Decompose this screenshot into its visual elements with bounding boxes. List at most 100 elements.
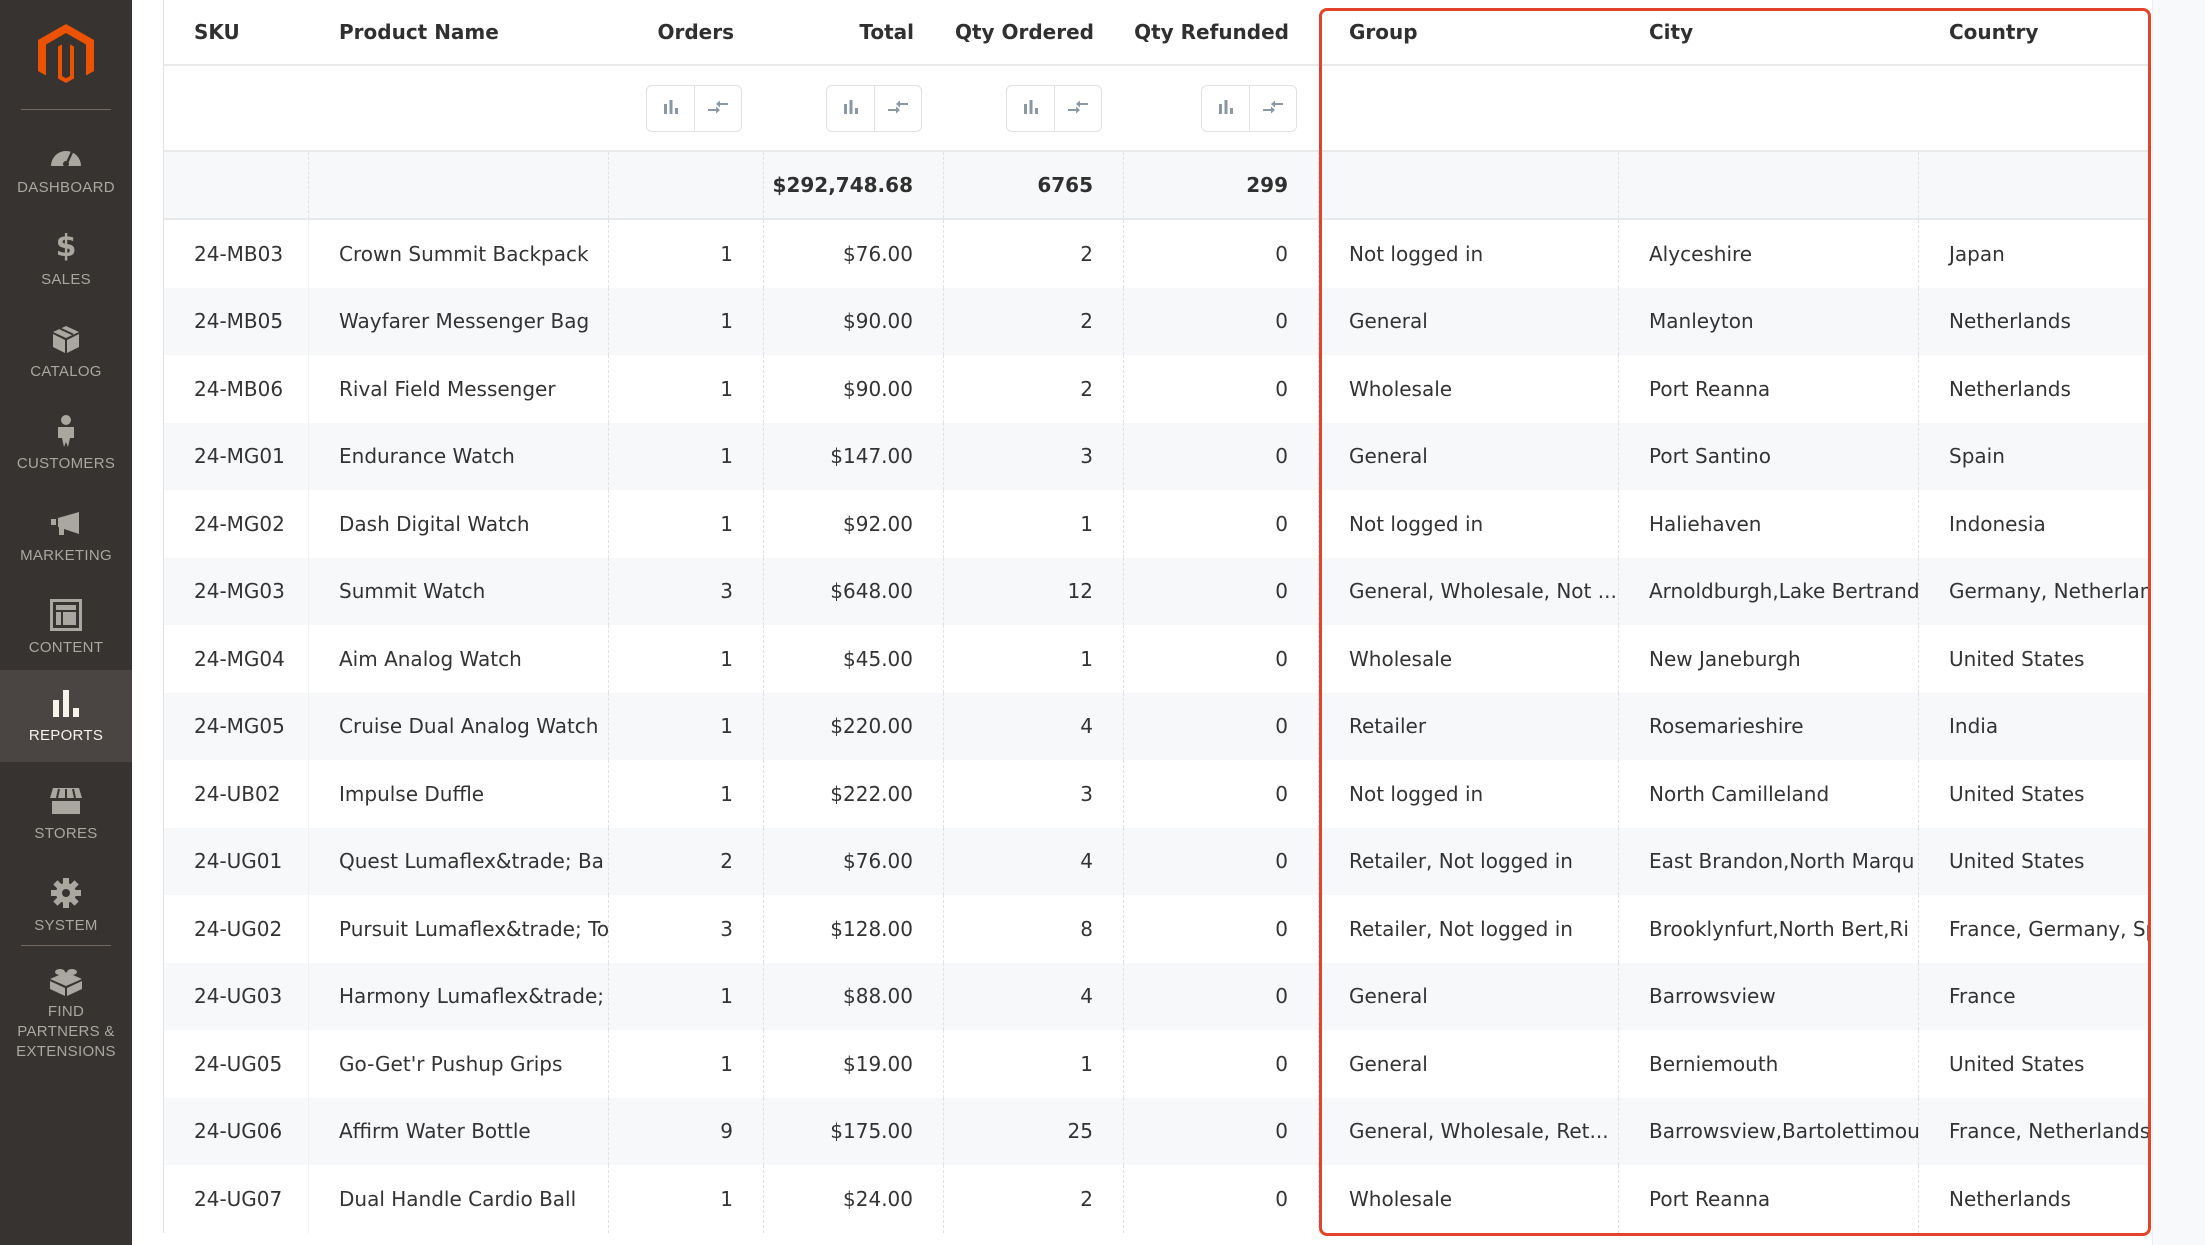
table-row[interactable]: 24-MG05 Cruise Dual Analog Watch 1 $220.00 4…	[164, 692, 2151, 760]
cell-total: $90.00	[764, 355, 944, 423]
cell-qty-ordered: 1	[944, 625, 1124, 693]
sidebar-item-content[interactable]: CONTENT	[0, 584, 132, 676]
qty-refunded-tool-group	[1201, 84, 1297, 132]
cell-qty-ordered: 1	[944, 1030, 1124, 1098]
cell-city: Manleyton	[1619, 287, 1919, 355]
orders-chart-button[interactable]	[647, 86, 694, 131]
table-row[interactable]: 24-UG03 Harmony Lumaflex&trade; 1 $88.00 4 0 G…	[164, 962, 2151, 1030]
cell-product-name: Wayfarer Messenger Bag	[309, 287, 609, 355]
cell-sku: 24-MG03	[164, 557, 309, 625]
sidebar-item-customers[interactable]: CUSTOMERS	[0, 400, 132, 492]
cell-sku: 24-UG02	[164, 895, 309, 963]
cell-city: Alyceshire	[1619, 220, 1919, 288]
column-header-total[interactable]: Total	[764, 0, 944, 64]
sidebar-divider	[21, 109, 111, 110]
table-row[interactable]: 24-MG03 Summit Watch 3 $648.00 12 0 General, W…	[164, 557, 2151, 625]
column-header-sku[interactable]: SKU	[164, 0, 309, 64]
total-compare-button[interactable]	[874, 85, 921, 131]
cell-sku: 24-MB05	[164, 287, 309, 355]
bar-chart-icon	[842, 96, 860, 120]
sidebar-item-system[interactable]: SYSTEM	[0, 862, 132, 954]
qty-refunded-chart-button[interactable]	[1202, 86, 1249, 131]
cell-orders: 9	[609, 1097, 764, 1165]
cell-city: Rosemarieshire	[1619, 692, 1919, 760]
total-chart-button[interactable]	[827, 86, 874, 131]
table-row[interactable]: 24-MB03 Crown Summit Backpack 1 $76.00 2 0 Not…	[164, 220, 2151, 288]
bar-chart-icon	[662, 96, 680, 120]
magento-logo[interactable]	[38, 24, 94, 86]
totals-qty-ordered: 6765	[944, 152, 1124, 218]
qty-ordered-compare-button[interactable]	[1054, 85, 1101, 131]
cell-group: Wholesale	[1319, 1165, 1619, 1233]
cell-qty-ordered: 3	[944, 760, 1124, 828]
table-row[interactable]: 24-MG02 Dash Digital Watch 1 $92.00 1 0 Not lo…	[164, 490, 2151, 558]
grid-header-row: SKU Product Name Orders Total Qty Ordere…	[164, 0, 2151, 66]
cell-qty-refunded: 0	[1124, 422, 1319, 490]
sidebar-item-sales[interactable]: $ SALES	[0, 216, 132, 308]
box-icon	[49, 322, 83, 356]
cell-product-name: Rival Field Messenger	[309, 355, 609, 423]
cell-qty-refunded: 0	[1124, 490, 1319, 558]
empty-tool-cell	[1919, 66, 2151, 150]
compare-arrows-icon	[1262, 96, 1284, 120]
cell-group: Not logged in	[1319, 760, 1619, 828]
table-row[interactable]: 24-MG01 Endurance Watch 1 $147.00 3 0 General P…	[164, 422, 2151, 490]
sidebar-item-reports[interactable]: REPORTS	[0, 670, 132, 762]
qty-ordered-chart-button[interactable]	[1007, 86, 1054, 131]
cell-city: New Janeburgh	[1619, 625, 1919, 693]
cell-total: $222.00	[764, 760, 944, 828]
lego-block-icon	[49, 966, 83, 996]
cell-total: $147.00	[764, 422, 944, 490]
sidebar-item-catalog[interactable]: CATALOG	[0, 308, 132, 400]
table-row[interactable]: 24-UG06 Affirm Water Bottle 9 $175.00 25 0 Gen…	[164, 1097, 2151, 1165]
cell-qty-ordered: 4	[944, 692, 1124, 760]
sidebar-item-label: STORES	[34, 825, 98, 842]
cell-group: General	[1319, 287, 1619, 355]
cell-total: $76.00	[764, 827, 944, 895]
column-header-qty-refunded[interactable]: Qty Refunded	[1124, 0, 1319, 64]
cell-orders: 1	[609, 1165, 764, 1233]
table-row[interactable]: 24-UB02 Impulse Duffle 1 $222.00 3 0 Not logge…	[164, 760, 2151, 828]
cell-qty-refunded: 0	[1124, 827, 1319, 895]
sidebar-item-dashboard[interactable]: DASHBOARD	[0, 124, 132, 216]
table-row[interactable]: 24-UG02 Pursuit Lumaflex&trade; To 3 $128.0…	[164, 895, 2151, 963]
cell-qty-refunded: 0	[1124, 1165, 1319, 1233]
cell-orders: 1	[609, 1030, 764, 1098]
cell-city: Brooklynfurt,North Bert,Ri	[1619, 895, 1919, 963]
empty-tool-cell	[1319, 66, 1619, 150]
column-header-group[interactable]: Group	[1319, 0, 1619, 64]
column-header-city[interactable]: City	[1619, 0, 1919, 64]
cell-group: General, Wholesale, Ret...	[1319, 1097, 1619, 1165]
cell-orders: 1	[609, 962, 764, 1030]
compare-arrows-icon	[1067, 96, 1089, 120]
sidebar-item-find-partners[interactable]: FIND PARTNERS & EXTENSIONS	[0, 952, 132, 1062]
column-header-qty-ordered[interactable]: Qty Ordered	[944, 0, 1124, 64]
sidebar-item-label: MARKETING	[20, 547, 112, 564]
table-row[interactable]: 24-MB06 Rival Field Messenger 1 $90.00 2 0 Who…	[164, 355, 2151, 423]
sidebar-item-marketing[interactable]: MARKETING	[0, 492, 132, 584]
qty-refunded-compare-button[interactable]	[1249, 85, 1296, 131]
cell-group: General	[1319, 422, 1619, 490]
cell-qty-refunded: 0	[1124, 355, 1319, 423]
table-row[interactable]: 24-UG05 Go-Get'r Pushup Grips 1 $19.00 1 0 Gen…	[164, 1030, 2151, 1098]
cell-country: Japan	[1949, 241, 2005, 266]
sidebar-item-label: FIND PARTNERS & EXTENSIONS	[16, 1003, 116, 1060]
table-row[interactable]: 24-UG07 Dual Handle Cardio Ball 1 $24.00 2 0 W…	[164, 1165, 2151, 1233]
table-row[interactable]: 24-MB05 Wayfarer Messenger Bag 1 $90.00 2 0 Ge…	[164, 287, 2151, 355]
cell-qty-refunded: 0	[1124, 962, 1319, 1030]
cell-total: $175.00	[764, 1097, 944, 1165]
table-row[interactable]: 24-UG01 Quest Lumaflex&trade; Ba 2 $76.00 4 0…	[164, 827, 2151, 895]
column-header-product-name[interactable]: Product Name	[309, 0, 609, 64]
sidebar-item-stores[interactable]: STORES	[0, 770, 132, 862]
cell-country: Germany, Netherland	[1949, 579, 2151, 604]
column-header-country[interactable]: Country	[1919, 0, 2151, 64]
column-header-orders[interactable]: Orders	[609, 0, 764, 64]
admin-sidebar: DASHBOARD $ SALES CATALOG CUSTOMERS MARK…	[0, 0, 132, 1245]
orders-compare-button[interactable]	[694, 85, 741, 131]
cell-product-name: Impulse Duffle	[309, 760, 609, 828]
compare-arrows-icon	[707, 96, 729, 120]
table-row[interactable]: 24-MG04 Aim Analog Watch 1 $45.00 1 0 Wholesal…	[164, 625, 2151, 693]
cell-sku: 24-MG02	[164, 490, 309, 558]
cell-sku: 24-MG04	[164, 625, 309, 693]
cell-group: Retailer, Not logged in	[1319, 827, 1619, 895]
